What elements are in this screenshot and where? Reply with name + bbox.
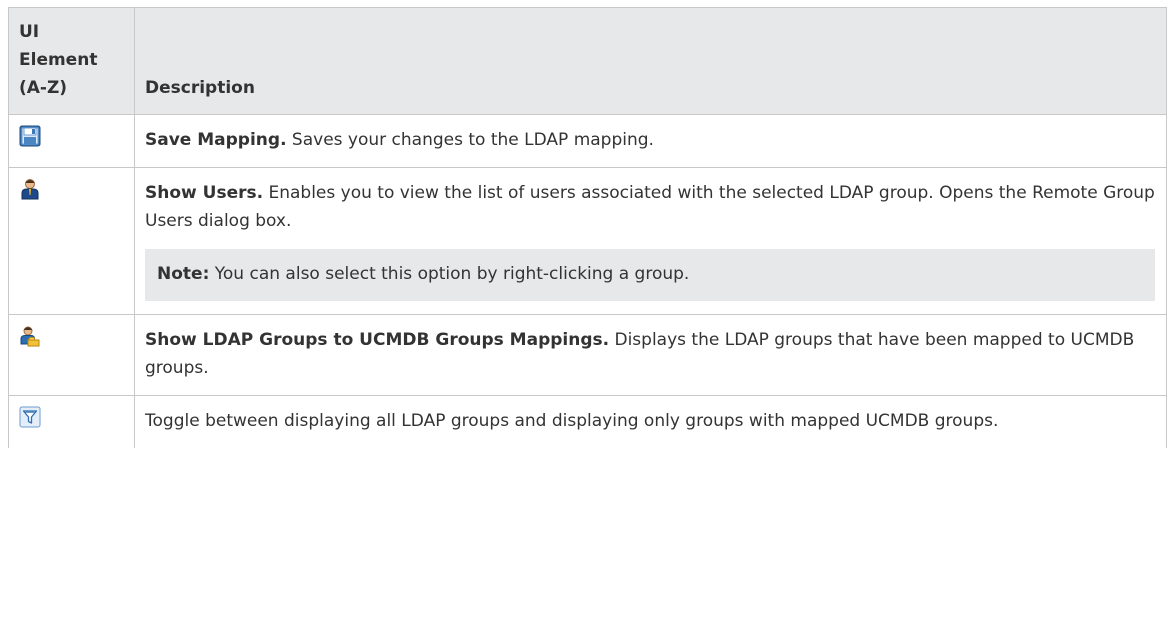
description-text: Enables you to view the list of users as… xyxy=(145,183,1155,231)
header-ui-element-label: UI Element (A-Z) xyxy=(19,22,98,98)
show-users-icon xyxy=(21,179,39,200)
table-row: Save Mapping. Saves your changes to the … xyxy=(8,114,1167,168)
description-cell: Toggle between displaying all LDAP group… xyxy=(134,395,1167,448)
ui-elements-table: UI Element (A-Z) Description Save Mappin… xyxy=(8,7,1167,448)
show-mappings-icon xyxy=(20,326,40,347)
description-cell: Show LDAP Groups to UCMDB Groups Mapping… xyxy=(134,314,1167,396)
description-text: Saves your changes to the LDAP mapping. xyxy=(286,130,654,150)
icon-cell xyxy=(8,114,135,168)
filter-icon xyxy=(19,406,41,428)
icon-cell xyxy=(8,314,135,396)
table-row: Show Users. Enables you to view the list… xyxy=(8,167,1167,315)
description-text: Toggle between displaying all LDAP group… xyxy=(145,411,999,431)
table-header-row: UI Element (A-Z) Description xyxy=(8,7,1167,115)
description-cell: Show Users. Enables you to view the list… xyxy=(134,167,1167,315)
save-mapping-icon xyxy=(19,125,41,147)
description-cell: Save Mapping. Saves your changes to the … xyxy=(134,114,1167,168)
icon-cell xyxy=(8,395,135,448)
table-row: Toggle between displaying all LDAP group… xyxy=(8,395,1167,448)
note-text: You can also select this option by right… xyxy=(209,264,690,284)
icon-cell xyxy=(8,167,135,315)
term-label: Show LDAP Groups to UCMDB Groups Mapping… xyxy=(145,330,610,350)
term-label: Show Users. xyxy=(145,183,264,203)
term-label: Save Mapping. xyxy=(145,130,287,150)
note-box: Note: You can also select this option by… xyxy=(145,249,1155,301)
note-label: Note: xyxy=(157,264,210,284)
header-ui-element: UI Element (A-Z) xyxy=(8,7,135,115)
header-description: Description xyxy=(134,7,1167,115)
table-row: Show LDAP Groups to UCMDB Groups Mapping… xyxy=(8,314,1167,396)
